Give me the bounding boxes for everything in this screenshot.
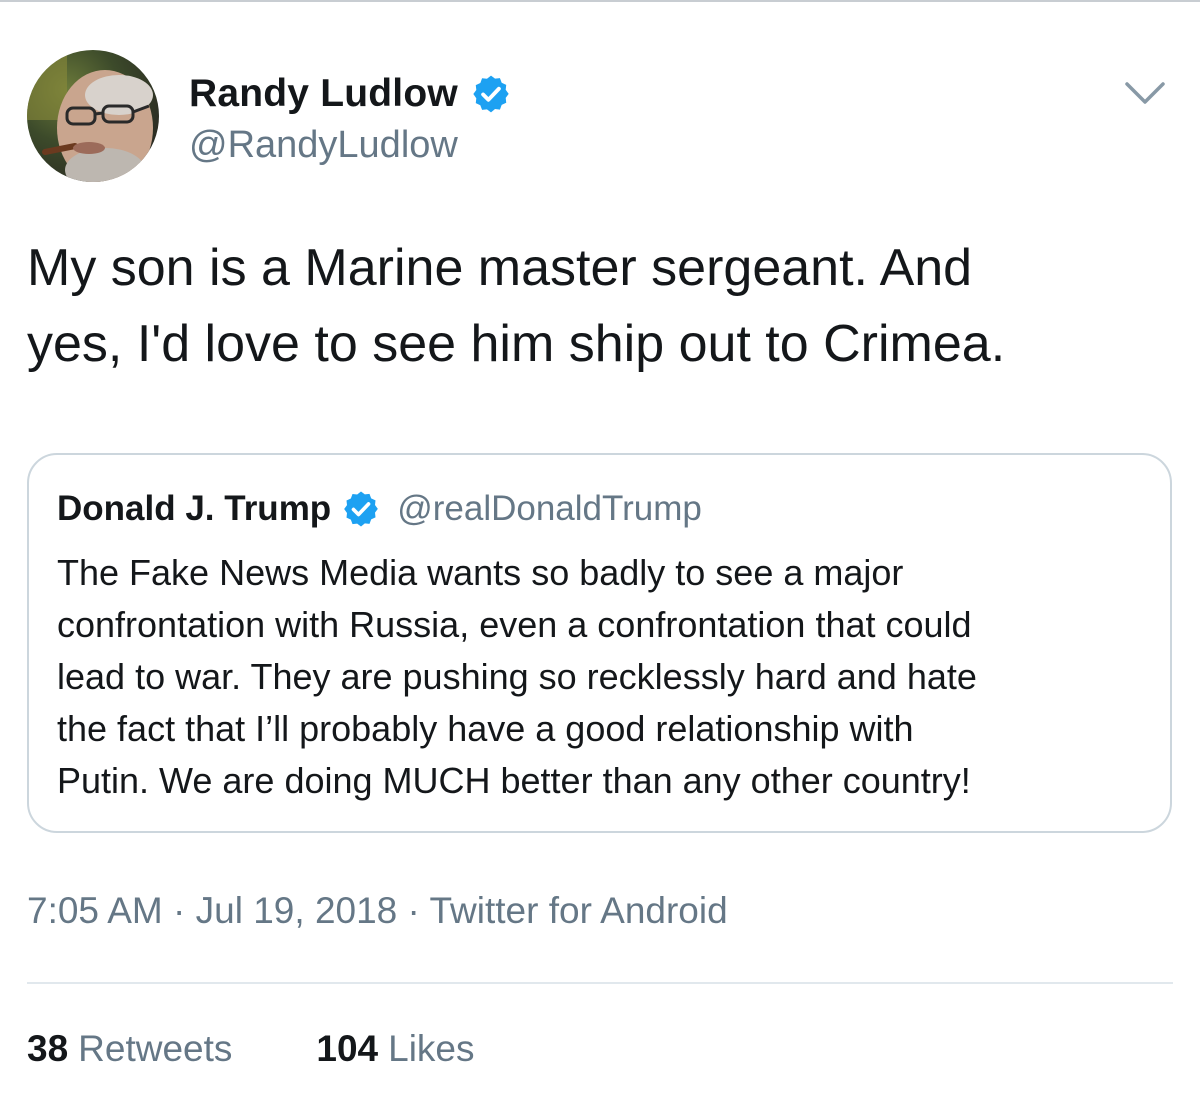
author-display-row: Randy Ludlow xyxy=(189,70,512,118)
tweet-source[interactable]: Twitter for Android xyxy=(429,890,727,931)
retweets-count: 38 xyxy=(27,1028,69,1069)
meta-separator: · xyxy=(162,890,196,931)
quoted-author-display-name: Donald J. Trump xyxy=(57,489,332,528)
verified-badge-icon xyxy=(473,75,509,113)
tweet-text: My son is a Marine master sergeant. And … xyxy=(27,239,1006,373)
quoted-tweet-card[interactable]: Donald J. Trump @realDonaldTrump The Fak… xyxy=(27,453,1172,833)
tweet-header: Randy Ludlow @RandyLudlow xyxy=(27,50,1177,190)
meta-separator: · xyxy=(397,890,430,931)
verified-badge-icon xyxy=(344,491,379,527)
avatar-photo xyxy=(27,50,159,182)
divider xyxy=(27,982,1173,984)
retweets-stat[interactable]: 38 Retweets xyxy=(27,1028,232,1070)
retweets-label: Retweets xyxy=(78,1028,233,1069)
tweet-time[interactable]: 7:05 AM xyxy=(27,890,163,931)
quoted-author-handle: @realDonaldTrump xyxy=(397,489,702,528)
avatar[interactable] xyxy=(27,50,159,182)
author-names: Randy Ludlow @RandyLudlow xyxy=(189,70,512,167)
likes-label: Likes xyxy=(388,1028,475,1069)
chevron-down-icon[interactable] xyxy=(1123,78,1167,108)
likes-count: 104 xyxy=(316,1028,379,1069)
tweet-detail-page: Randy Ludlow @RandyLudlow My son is a Ma… xyxy=(0,0,1200,1114)
quoted-tweet-text: The Fake News Media wants so badly to se… xyxy=(57,552,977,801)
likes-stat[interactable]: 104 Likes xyxy=(316,1028,474,1070)
tweet-date[interactable]: Jul 19, 2018 xyxy=(196,890,398,931)
tweet-meta: 7:05 AM · Jul 19, 2018 · Twitter for And… xyxy=(27,890,728,932)
author-display-name[interactable]: Randy Ludlow xyxy=(189,72,458,116)
author-handle[interactable]: @RandyLudlow xyxy=(189,124,512,167)
quoted-tweet-header: Donald J. Trump @realDonaldTrump xyxy=(57,485,702,533)
tweet-stats: 38 Retweets 104 Likes xyxy=(27,1028,475,1070)
